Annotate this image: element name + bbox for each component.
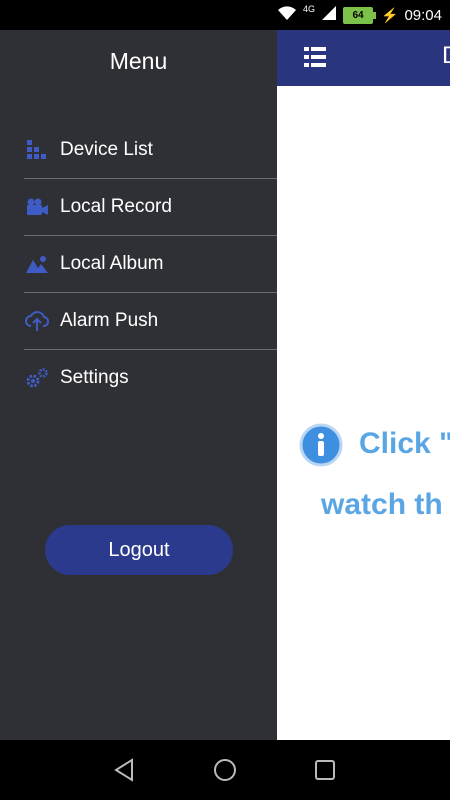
menu-title: Menu [109,48,168,74]
system-nav-bar [0,740,450,800]
device-list-icon [24,137,50,163]
wifi-icon [277,5,297,26]
menu-item-alarm-push[interactable]: Alarm Push [24,293,277,350]
image-icon [24,251,50,277]
back-icon[interactable] [112,757,138,783]
menu-item-settings[interactable]: Settings [24,350,277,406]
signal-icon [321,5,337,26]
hint-text-line1: Click " [359,427,450,460]
info-icon [299,423,343,467]
menu-item-label: Local Record [60,196,172,217]
menu-item-label: Alarm Push [60,310,159,331]
menu-item-local-album[interactable]: Local Album [24,236,277,293]
cloud-upload-icon [24,308,50,334]
logout-button[interactable]: Logout [45,525,233,575]
app-bar: D [277,30,450,86]
recents-icon[interactable] [312,757,338,783]
main-content: D Click " watch th [277,30,450,740]
status-bar: 4G 64 ⚡ 09:04 [0,0,450,30]
clock: 09:04 [404,6,442,24]
menu-item-local-record[interactable]: Local Record [24,179,277,236]
home-icon[interactable] [212,757,238,783]
menu-item-label: Settings [60,367,129,388]
menu-item-device-list[interactable]: Device List [24,122,277,179]
charging-icon: ⚡ [381,6,399,23]
page-title: D [442,42,450,70]
hint-text-line2: watch th [321,488,443,521]
video-camera-icon [24,194,50,220]
gears-icon [24,365,50,391]
list-menu-icon[interactable] [304,46,326,73]
status-icons: 4G 64 ⚡ 09:04 [277,0,442,30]
menu-item-label: Local Album [60,253,164,274]
menu-list: Device List Local Record Local Album Ala… [24,122,277,406]
network-type: 4G [303,4,316,14]
battery-indicator: 64 [343,6,377,24]
menu-item-label: Device List [60,139,153,160]
navigation-drawer: Menu Device List Local Record Local Albu… [0,30,277,740]
